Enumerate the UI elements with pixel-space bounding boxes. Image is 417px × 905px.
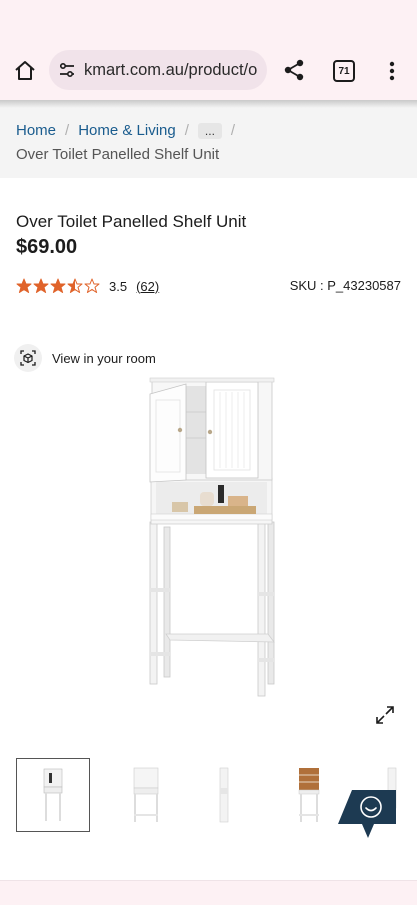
product-price: $69.00 bbox=[16, 236, 78, 258]
product-image[interactable] bbox=[130, 372, 290, 702]
url-text[interactable]: kmart.com.au/product/o bbox=[84, 61, 257, 80]
star-icon bbox=[33, 278, 49, 293]
share-icon[interactable] bbox=[283, 58, 305, 82]
chat-support-button[interactable] bbox=[338, 786, 398, 840]
breadcrumb-separator: / bbox=[184, 122, 189, 139]
star-icon bbox=[67, 278, 83, 293]
rating-value: 3.5 bbox=[109, 278, 128, 294]
product-rating[interactable]: 3.5 (62) bbox=[16, 278, 159, 294]
address-bar[interactable]: kmart.com.au/product/o bbox=[49, 50, 267, 90]
breadcrumb: Home / Home & Living / ... / Over Toilet… bbox=[0, 108, 417, 178]
more-vert-icon[interactable] bbox=[386, 59, 398, 83]
ar-cube-icon bbox=[14, 344, 42, 372]
breadcrumb-more-button[interactable]: ... bbox=[197, 122, 222, 139]
bottom-nav-strip bbox=[0, 880, 417, 905]
home-icon[interactable] bbox=[13, 59, 37, 83]
expand-icon[interactable] bbox=[374, 704, 396, 726]
view-in-room-label: View in your room bbox=[52, 350, 156, 366]
breadcrumb-home-living[interactable]: Home & Living bbox=[78, 122, 176, 139]
tabs-icon[interactable]: 71 bbox=[333, 60, 355, 82]
breadcrumb-home[interactable]: Home bbox=[16, 122, 56, 139]
tune-icon[interactable] bbox=[58, 61, 76, 79]
breadcrumb-separator: / bbox=[230, 122, 236, 139]
browser-toolbar: kmart.com.au/product/o 71 bbox=[0, 0, 417, 100]
star-icon bbox=[16, 278, 32, 293]
product-sku: SKU : P_43230587 bbox=[289, 278, 401, 293]
toolbar-divider bbox=[0, 100, 417, 108]
view-in-room-button[interactable]: View in your room bbox=[14, 344, 156, 372]
breadcrumb-current: Over Toilet Panelled Shelf Unit bbox=[16, 146, 220, 163]
product-title: Over Toilet Panelled Shelf Unit bbox=[16, 212, 247, 231]
star-rating bbox=[16, 278, 101, 294]
star-icon bbox=[84, 278, 100, 293]
review-count-link[interactable]: (62) bbox=[136, 279, 159, 294]
breadcrumb-separator: / bbox=[65, 122, 70, 139]
thumbnail-3[interactable] bbox=[188, 758, 260, 830]
thumbnail-2[interactable] bbox=[110, 758, 182, 830]
thumbnail-1[interactable] bbox=[16, 758, 90, 832]
star-icon bbox=[50, 278, 66, 293]
